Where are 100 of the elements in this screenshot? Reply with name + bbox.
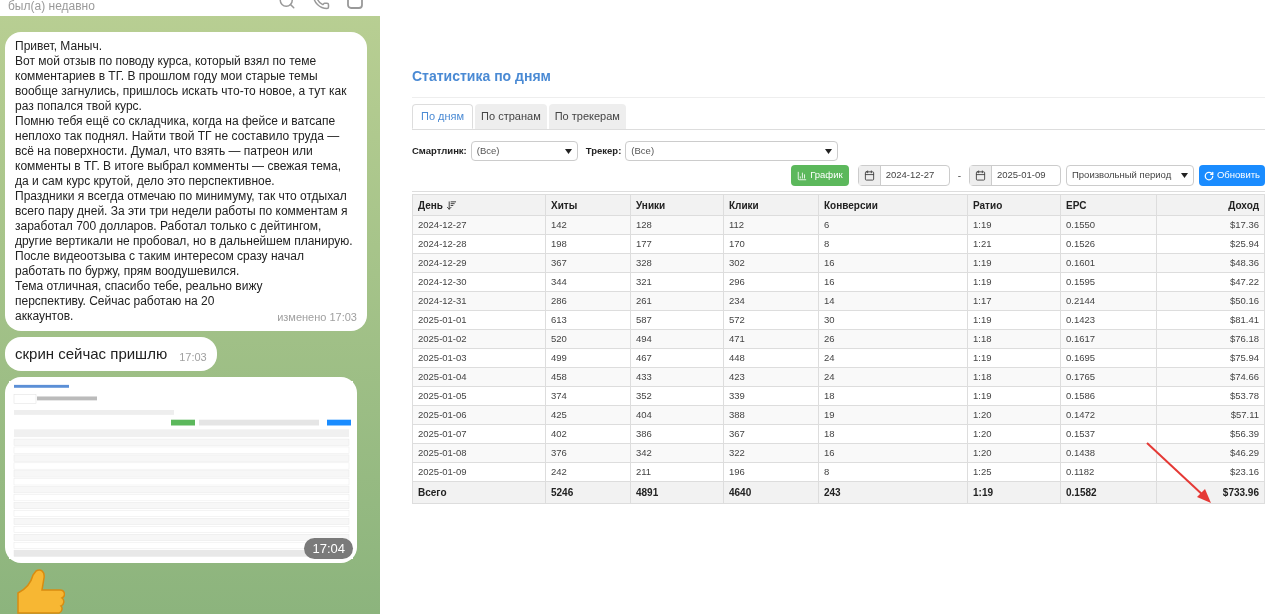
table-cell-text: 0.1550 xyxy=(1066,217,1096,232)
table-cell-text: $17.36 xyxy=(1229,217,1259,232)
table-cell-text: 177 xyxy=(636,236,652,251)
date-field[interactable]: 2025-01-09 xyxy=(969,165,1061,186)
table-cell-text: 1:20 xyxy=(973,407,992,422)
filter-select[interactable]: (Все) xyxy=(625,141,839,161)
table-cell-text: 24 xyxy=(824,350,835,365)
table-cell-text: 520 xyxy=(551,331,567,346)
column-header[interactable]: Ратио xyxy=(973,197,1003,213)
refresh-icon xyxy=(1204,170,1214,181)
tab[interactable]: По трекерам xyxy=(548,104,626,129)
table-cell-text: 2025-01-05 xyxy=(418,388,467,403)
table-cell-text: $50.16 xyxy=(1229,293,1259,308)
tab[interactable]: По странам xyxy=(475,104,547,129)
table-cell-text: 448 xyxy=(729,350,745,365)
message-text: Праздники я всегда отмечаю по минимуму, так что отдыхал всего пару дней. За эти три недели работы по комментам я заработал 700 долларов. Работал только с дейтингом, другие вертикали не пробовал, но в дальнейшем планирую. После видеоотзыва с таким интересом сразу начал работать по буржу, прям воодушевился. xyxy=(15,189,354,279)
table-cell-text: $47.22 xyxy=(1229,274,1259,289)
table-cell-text: 2025-01-03 xyxy=(418,350,467,365)
table-cell-text: 0.1182 xyxy=(1066,464,1095,479)
table-cell-text: 1:17 xyxy=(973,293,992,308)
table-cell-text: $23.16 xyxy=(1229,464,1259,479)
table-cell-text: 374 xyxy=(551,388,567,403)
table-cell-text: 499 xyxy=(551,350,567,365)
column-header[interactable]: EPC xyxy=(1066,197,1087,213)
table-cell-text: 1:18 xyxy=(973,369,992,384)
table-cell-text: 342 xyxy=(636,445,652,460)
filter-label: Трекер: xyxy=(585,143,622,158)
total-cell-text: $733.96 xyxy=(1222,486,1259,500)
column-header[interactable]: Конверсии xyxy=(824,197,878,213)
table-cell-text: 196 xyxy=(729,464,745,479)
table-cell-text: 6 xyxy=(824,217,830,232)
calendar-icon xyxy=(863,170,875,181)
table-cell-text: 0.1526 xyxy=(1066,236,1096,251)
column-header[interactable]: День xyxy=(418,197,443,213)
table-cell-text: 2025-01-04 xyxy=(418,369,467,384)
table-cell-text: 1:18 xyxy=(973,331,992,346)
table-cell-text: 0.1601 xyxy=(1066,255,1096,270)
table-cell-text: 1:19 xyxy=(973,217,992,232)
table-cell-text: 128 xyxy=(636,217,652,232)
total-cell-text: 4640 xyxy=(729,486,752,500)
tab[interactable]: По дням xyxy=(412,104,474,129)
table-cell-text: 286 xyxy=(551,293,567,308)
thumbs-up-icon xyxy=(17,569,65,614)
table-cell-text: 376 xyxy=(551,445,567,460)
table-cell-text: $75.94 xyxy=(1229,350,1259,365)
filter-select[interactable]: (Все) xyxy=(470,141,578,161)
table-cell-text: $48.36 xyxy=(1229,255,1259,270)
total-cell-text: Всего xyxy=(418,486,447,500)
table-cell-text: 14 xyxy=(824,293,835,308)
sort-icon[interactable] xyxy=(446,199,457,211)
table-cell-text: 112 xyxy=(729,217,745,232)
total-cell-text: 4891 xyxy=(636,486,659,500)
calendar-icon xyxy=(975,170,986,181)
table-cell-text: 613 xyxy=(551,312,567,327)
column-header[interactable]: Хиты xyxy=(551,197,578,213)
table-cell-text: 198 xyxy=(551,236,567,251)
table-cell-text: 2024-12-27 xyxy=(418,217,467,232)
table-cell-text: 1:20 xyxy=(973,426,992,441)
table-cell-text: 1:25 xyxy=(973,464,992,479)
table-cell-text: 261 xyxy=(636,293,652,308)
date-field[interactable]: 2024-12-27 xyxy=(857,165,950,186)
column-header[interactable]: Уники xyxy=(636,197,666,213)
table-cell-text: 471 xyxy=(729,331,745,346)
table-cell-text: 367 xyxy=(551,255,567,270)
caret-icon xyxy=(1181,173,1188,178)
table-cell-text: 0.2144 xyxy=(1066,293,1096,308)
table-cell-text: 344 xyxy=(551,274,567,289)
table-cell-text: 234 xyxy=(729,293,745,308)
table-cell-text: 211 xyxy=(636,464,652,479)
table-cell-text: 0.1617 xyxy=(1066,331,1096,346)
caret-icon xyxy=(564,148,572,154)
table-cell-text: $74.66 xyxy=(1229,369,1259,384)
table-cell-text: 30 xyxy=(824,312,835,327)
table-cell-text: 367 xyxy=(729,426,745,441)
table-cell-text: 404 xyxy=(636,407,652,422)
table-cell-text: 0.1472 xyxy=(1066,407,1096,422)
table-cell-text: $81.41 xyxy=(1229,312,1259,327)
table-cell-text: 433 xyxy=(636,369,652,384)
total-cell-text: 5246 xyxy=(551,486,574,500)
table-cell-text: $25.94 xyxy=(1229,236,1259,251)
caret-icon xyxy=(825,148,833,154)
message-text: Тема отличная, спасибо тебе, реально вижу перспективу. Сейчас работаю на 20 аккаунтов. xyxy=(15,279,264,324)
total-cell-text: 0.1582 xyxy=(1066,486,1097,500)
table-cell-text: 458 xyxy=(551,369,567,384)
table-cell-text: 2024-12-31 xyxy=(418,293,467,308)
image-message[interactable]: 17:04 xyxy=(5,377,357,563)
table-cell-text: 1:19 xyxy=(973,312,992,327)
total-cell-text: 1:19 xyxy=(973,486,993,500)
table-cell-text: 321 xyxy=(636,274,652,289)
column-header[interactable]: Клики xyxy=(729,197,759,213)
table-cell-text: 587 xyxy=(636,312,652,327)
table-cell-text: 16 xyxy=(824,274,835,289)
table-cell-text: 1:21 xyxy=(973,236,992,251)
table-cell-text: 2025-01-09 xyxy=(418,464,467,479)
filter-label: Смартлинк: xyxy=(412,143,467,158)
table-cell-text: $53.78 xyxy=(1229,388,1259,403)
message-text: Помню тебя ещё со складчика, когда на фейсе и ватсапе неплохо так поднял. Найти твой ТГ не составило труда — всё на поверхности. Думал, что взять — патреон или комменты в ТГ. В итоге выбрал комменты — свежая тема, да и сам курс крутой, дело это перспективное. xyxy=(15,114,343,189)
column-header[interactable]: Доход xyxy=(1228,197,1259,213)
table-cell-text: 2024-12-28 xyxy=(418,236,467,251)
period-select[interactable]: Произвольный период xyxy=(1066,165,1194,186)
